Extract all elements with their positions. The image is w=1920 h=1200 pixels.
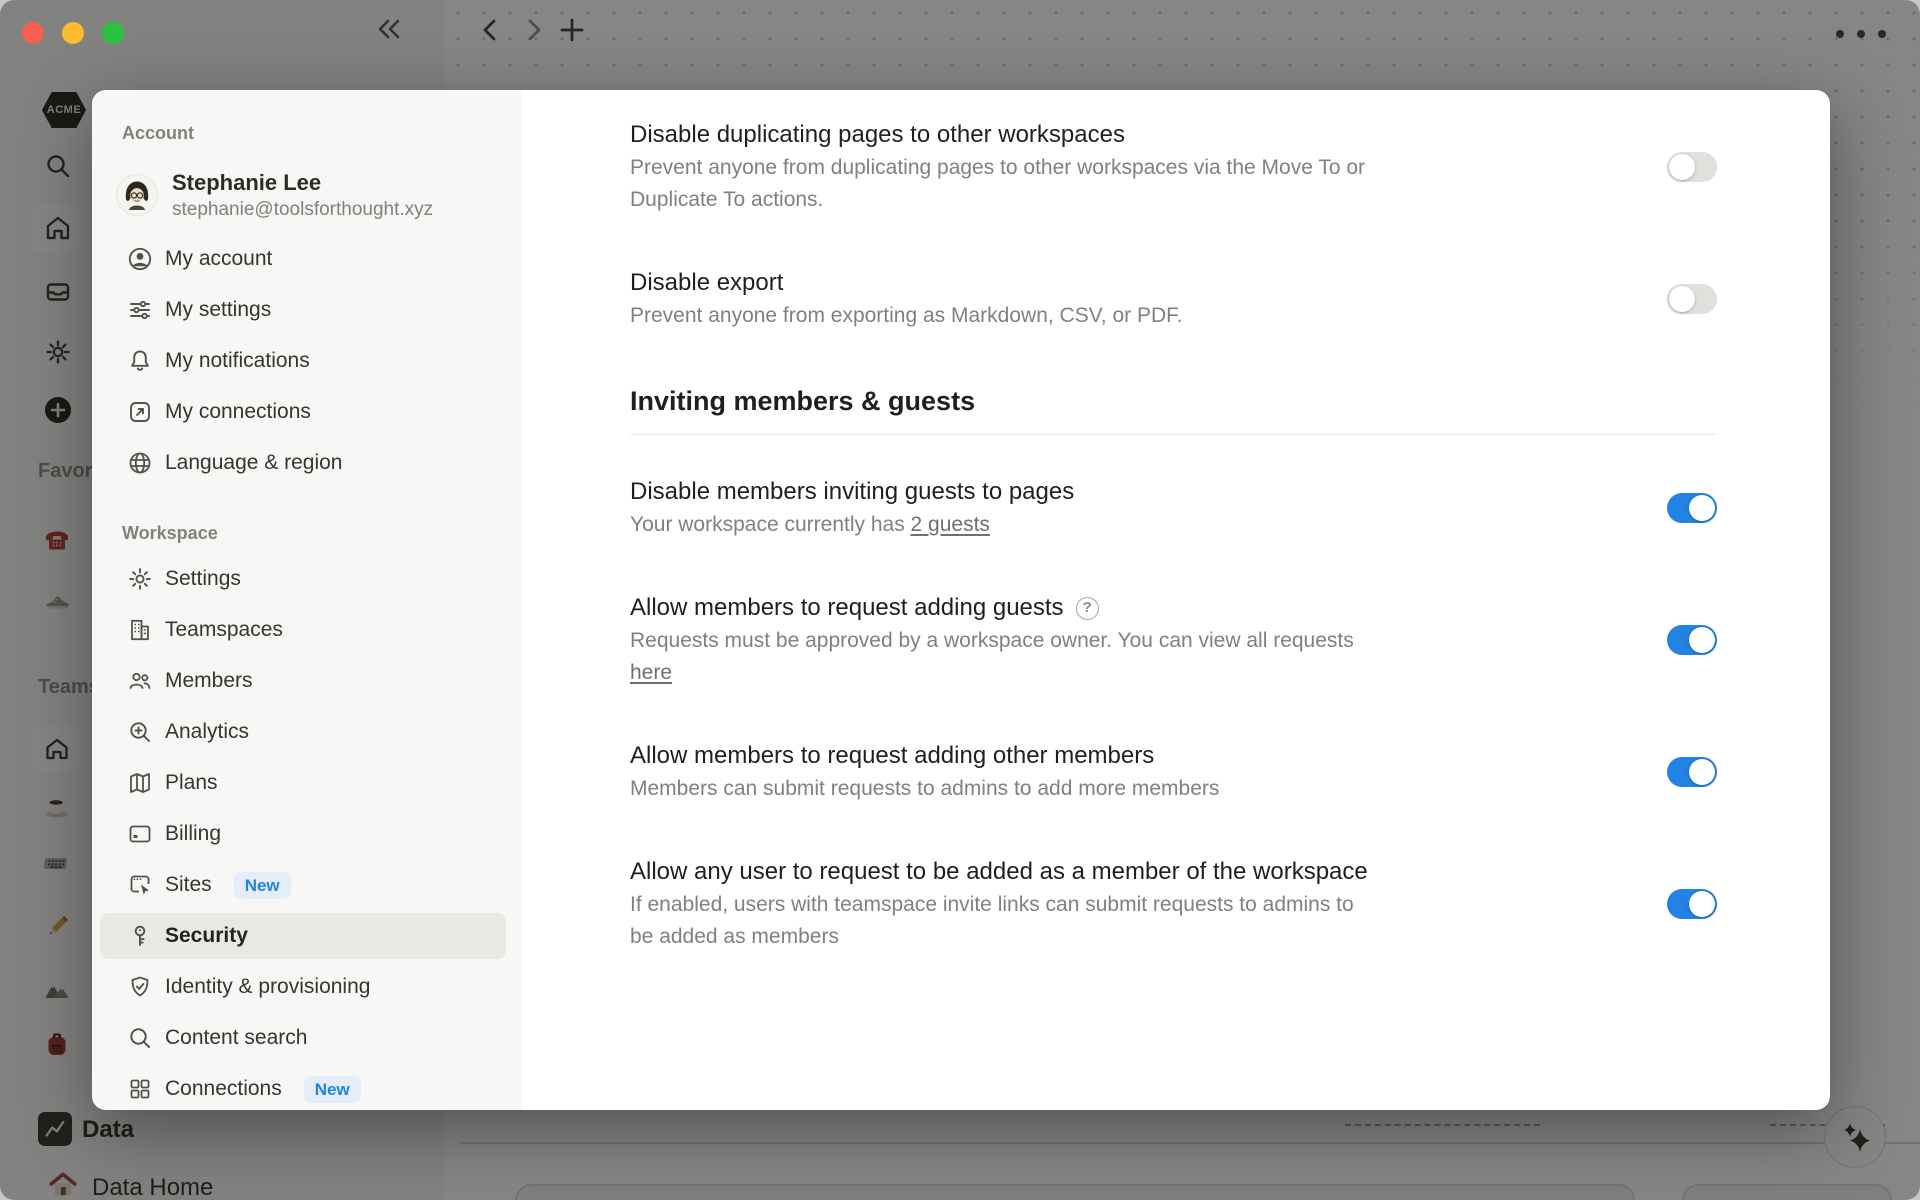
setting-title: Allow members to request adding other me…	[630, 739, 1219, 773]
setting-row: Disable export Prevent anyone from expor…	[630, 266, 1717, 332]
sidebar-item-analytics[interactable]: Analytics	[100, 709, 506, 755]
key-icon	[127, 923, 153, 949]
credit-card-icon	[127, 821, 153, 847]
sidebar-item-sites[interactable]: Sites New	[100, 862, 506, 908]
magnifier-plus-icon	[127, 719, 153, 745]
sidebar-item-my-connections[interactable]: My connections	[100, 389, 506, 435]
setting-title: Disable duplicating pages to other works…	[630, 118, 1365, 152]
sidebar-item-billing[interactable]: Billing	[100, 811, 506, 857]
section-heading: Inviting members & guests	[630, 382, 1717, 420]
setting-title: Allow any user to request to be added as…	[630, 855, 1368, 889]
section-divider	[630, 434, 1717, 435]
sidebar-item-security[interactable]: Security	[100, 913, 506, 959]
sidebar-item-my-account[interactable]: My account	[100, 236, 506, 282]
browser-cursor-icon	[127, 872, 153, 898]
setting-row: Disable members inviting guests to pages…	[630, 475, 1717, 541]
disable-duplicating-toggle[interactable]	[1667, 152, 1717, 182]
setting-row: Disable duplicating pages to other works…	[630, 118, 1717, 216]
setting-row: Allow members to request adding guests ?…	[630, 591, 1717, 689]
minimize-window-icon[interactable]	[62, 22, 84, 44]
avatar	[117, 175, 157, 215]
building-icon	[127, 617, 153, 643]
guests-count-link[interactable]: 2 guests	[911, 513, 990, 536]
settings-sidebar: Account Stephanie Lee	[92, 90, 522, 1110]
people-icon	[127, 668, 153, 694]
setting-description: Requests must be approved by a workspace…	[630, 625, 1354, 689]
new-badge: New	[234, 872, 291, 899]
setting-description: Prevent anyone from exporting as Markdow…	[630, 300, 1182, 332]
user-email: stephanie@toolsforthought.xyz	[172, 197, 433, 222]
sidebar-item-language-region[interactable]: Language & region	[100, 440, 506, 486]
requests-here-link[interactable]: here	[630, 657, 672, 689]
help-icon[interactable]: ?	[1076, 597, 1099, 620]
setting-title: Disable export	[630, 266, 1182, 300]
window-controls	[22, 22, 124, 44]
workspace-section-label: Workspace	[92, 520, 514, 546]
sidebar-item-plans[interactable]: Plans	[100, 760, 506, 806]
sidebar-item-identity-provisioning[interactable]: Identity & provisioning	[100, 964, 506, 1010]
person-circle-icon	[127, 246, 153, 272]
user-profile: Stephanie Lee stephanie@toolsforthought.…	[117, 170, 506, 220]
setting-description: Members can submit requests to admins to…	[630, 773, 1219, 805]
globe-icon	[127, 450, 153, 476]
sidebar-item-settings[interactable]: Settings	[100, 556, 506, 602]
setting-row: Allow members to request adding other me…	[630, 739, 1717, 805]
zoom-window-icon[interactable]	[102, 22, 124, 44]
bell-icon	[127, 348, 153, 374]
disable-guest-invites-toggle[interactable]	[1667, 493, 1717, 523]
close-window-icon[interactable]	[22, 22, 44, 44]
sidebar-item-members[interactable]: Members	[100, 658, 506, 704]
setting-title: Allow members to request adding guests ?	[630, 591, 1354, 625]
grid-icon	[127, 1076, 153, 1102]
new-badge: New	[304, 1076, 361, 1103]
setting-description: If enabled, users with teamspace invite …	[630, 889, 1368, 953]
sidebar-item-connections[interactable]: Connections New	[100, 1066, 506, 1110]
security-settings-panel: Disable duplicating pages to other works…	[522, 90, 1830, 1110]
gear-icon	[127, 566, 153, 592]
sliders-icon	[127, 297, 153, 323]
settings-modal: Account Stephanie Lee	[92, 90, 1830, 1110]
request-adding-guests-toggle[interactable]	[1667, 625, 1717, 655]
setting-description: Prevent anyone from duplicating pages to…	[630, 152, 1365, 216]
sidebar-item-teamspaces[interactable]: Teamspaces	[100, 607, 506, 653]
disable-export-toggle[interactable]	[1667, 284, 1717, 314]
sidebar-item-my-settings[interactable]: My settings	[100, 287, 506, 333]
sidebar-item-my-notifications[interactable]: My notifications	[100, 338, 506, 384]
shield-check-icon	[127, 974, 153, 1000]
magnifier-icon	[127, 1025, 153, 1051]
arrow-up-right-box-icon	[127, 399, 153, 425]
sidebar-item-content-search[interactable]: Content search	[100, 1015, 506, 1061]
request-adding-members-toggle[interactable]	[1667, 757, 1717, 787]
map-icon	[127, 770, 153, 796]
setting-row: Allow any user to request to be added as…	[630, 855, 1717, 953]
user-name: Stephanie Lee	[172, 169, 433, 197]
app-window: ACME Favorites Teamspaces	[0, 0, 1920, 1200]
any-user-request-toggle[interactable]	[1667, 889, 1717, 919]
setting-title: Disable members inviting guests to pages	[630, 475, 1074, 509]
account-section-label: Account	[92, 120, 514, 146]
setting-description: Your workspace currently has 2 guests	[630, 509, 1074, 541]
